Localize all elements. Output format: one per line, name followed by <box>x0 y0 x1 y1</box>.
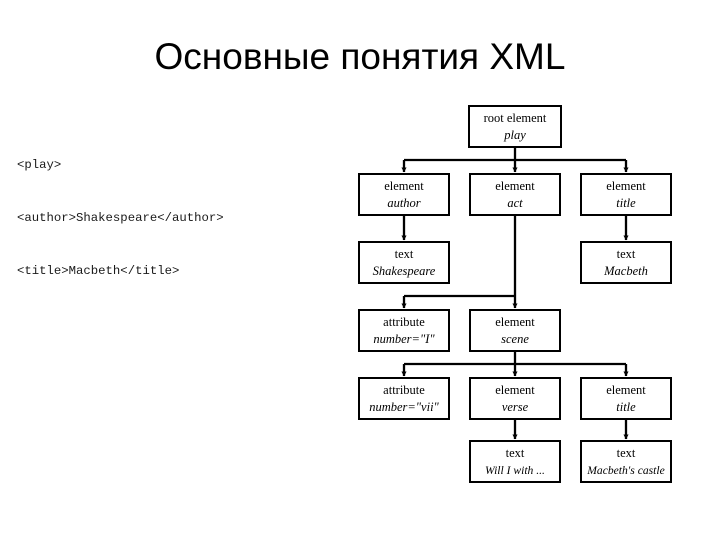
tree-node-value: author <box>387 195 421 210</box>
tree-node-value: Macbeth <box>604 263 648 278</box>
tree-node-value: Shakespeare <box>372 263 436 278</box>
tree-node-verse: element verse <box>469 377 561 420</box>
tree-node-kind: element <box>495 382 535 397</box>
tree-node-willI: text Will I with ... <box>469 440 561 483</box>
tree-node-value: Will I with ... <box>485 463 545 477</box>
tree-node-value: play <box>504 127 526 142</box>
tree-node-scene: element scene <box>469 309 561 352</box>
tree-node-macbeth: text Macbeth <box>580 241 672 284</box>
tree-node-value: number="I" <box>373 331 435 346</box>
tree-node-castle: text Macbeth's castle <box>580 440 672 483</box>
page-title: Основные понятия XML <box>154 36 566 77</box>
tree-node-value: verse <box>501 399 529 414</box>
tree-node-kind: attribute <box>383 314 425 329</box>
tree-node-kind: root element <box>483 110 547 125</box>
xml-code-listing: <play> <author>Shakespeare</author> <tit… <box>17 122 347 302</box>
tree-node-attrVii: attribute number="vii" <box>358 377 450 420</box>
tree-node-kind: text <box>394 246 414 261</box>
code-line: <play> <box>17 158 62 173</box>
tree-node-title2: element title <box>580 377 672 420</box>
tree-node-kind: element <box>495 314 535 329</box>
tree-node-play: root element play <box>468 105 562 148</box>
tree-node-kind: element <box>384 178 424 193</box>
tree-node-kind: attribute <box>383 382 425 397</box>
tree-node-value: title <box>616 195 636 210</box>
tree-node-kind: element <box>606 382 646 397</box>
tree-node-kind: text <box>616 445 636 460</box>
tree-node-act: element act <box>469 173 561 216</box>
tree-node-author: element author <box>358 173 450 216</box>
tree-node-value: Macbeth's castle <box>587 463 665 477</box>
tree-node-value: act <box>507 195 523 210</box>
tree-node-attrI: attribute number="I" <box>358 309 450 352</box>
code-line: <author>Shakespeare</author> <box>17 210 224 225</box>
tree-node-value: title <box>616 399 636 414</box>
tree-node-value: number="vii" <box>369 399 439 414</box>
tree-node-value: scene <box>501 331 529 346</box>
tree-node-shakespeare: text Shakespeare <box>358 241 450 284</box>
tree-node-kind: element <box>606 178 646 193</box>
slide-canvas: Основные понятия XML <play> <author>Shak… <box>0 0 720 540</box>
tree-node-title1: element title <box>580 173 672 216</box>
tree-node-kind: element <box>495 178 535 193</box>
code-line: <title>Macbeth</title> <box>17 263 180 278</box>
tree-node-kind: text <box>616 246 636 261</box>
tree-node-kind: text <box>505 445 525 460</box>
